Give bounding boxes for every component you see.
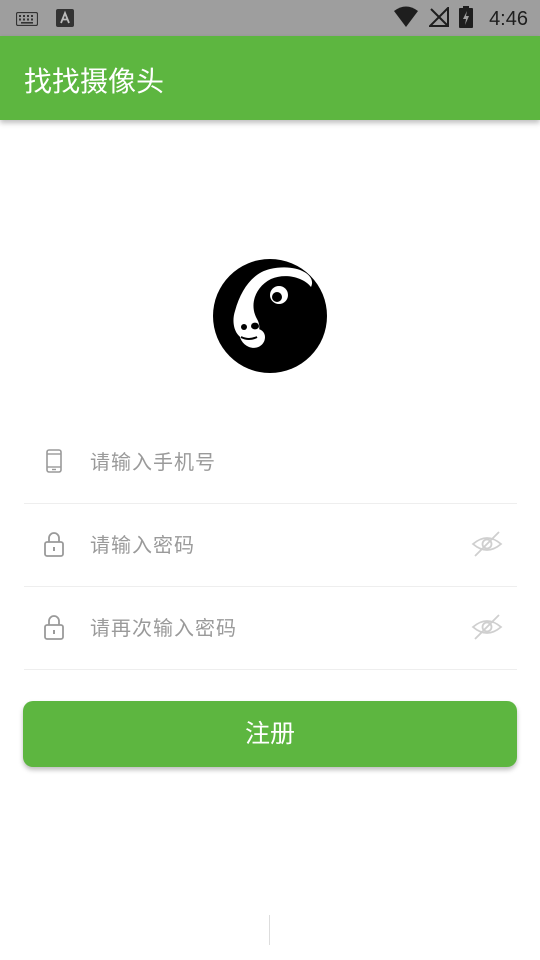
password-row: 请输入密码 (24, 504, 517, 587)
panda-logo-icon (211, 257, 329, 375)
lock-icon (40, 613, 68, 641)
eye-off-icon[interactable] (471, 529, 503, 559)
confirm-password-row: 请再次输入密码 (24, 587, 517, 670)
a-app-icon (56, 9, 74, 31)
keyboard-icon (15, 11, 39, 30)
bottom-divider (269, 915, 270, 945)
eye-off-icon[interactable] (471, 612, 503, 642)
status-time: 4:46 (489, 7, 528, 30)
phone-row: 请输入手机号 (24, 421, 517, 504)
app-bar: 找找摄像头 (0, 36, 540, 120)
confirm-password-input[interactable]: 请再次输入密码 (90, 587, 237, 669)
page-title: 找找摄像头 (24, 65, 165, 98)
password-input[interactable]: 请输入密码 (90, 504, 195, 586)
lock-icon (40, 530, 68, 558)
phone-input[interactable]: 请输入手机号 (90, 421, 216, 503)
wifi-icon (393, 6, 419, 32)
phone-icon (40, 447, 68, 475)
register-button[interactable]: 注册 (23, 701, 517, 767)
status-bar: 4:46 (0, 0, 540, 36)
no-signal-icon (427, 5, 450, 31)
battery-charging-icon (459, 6, 474, 32)
